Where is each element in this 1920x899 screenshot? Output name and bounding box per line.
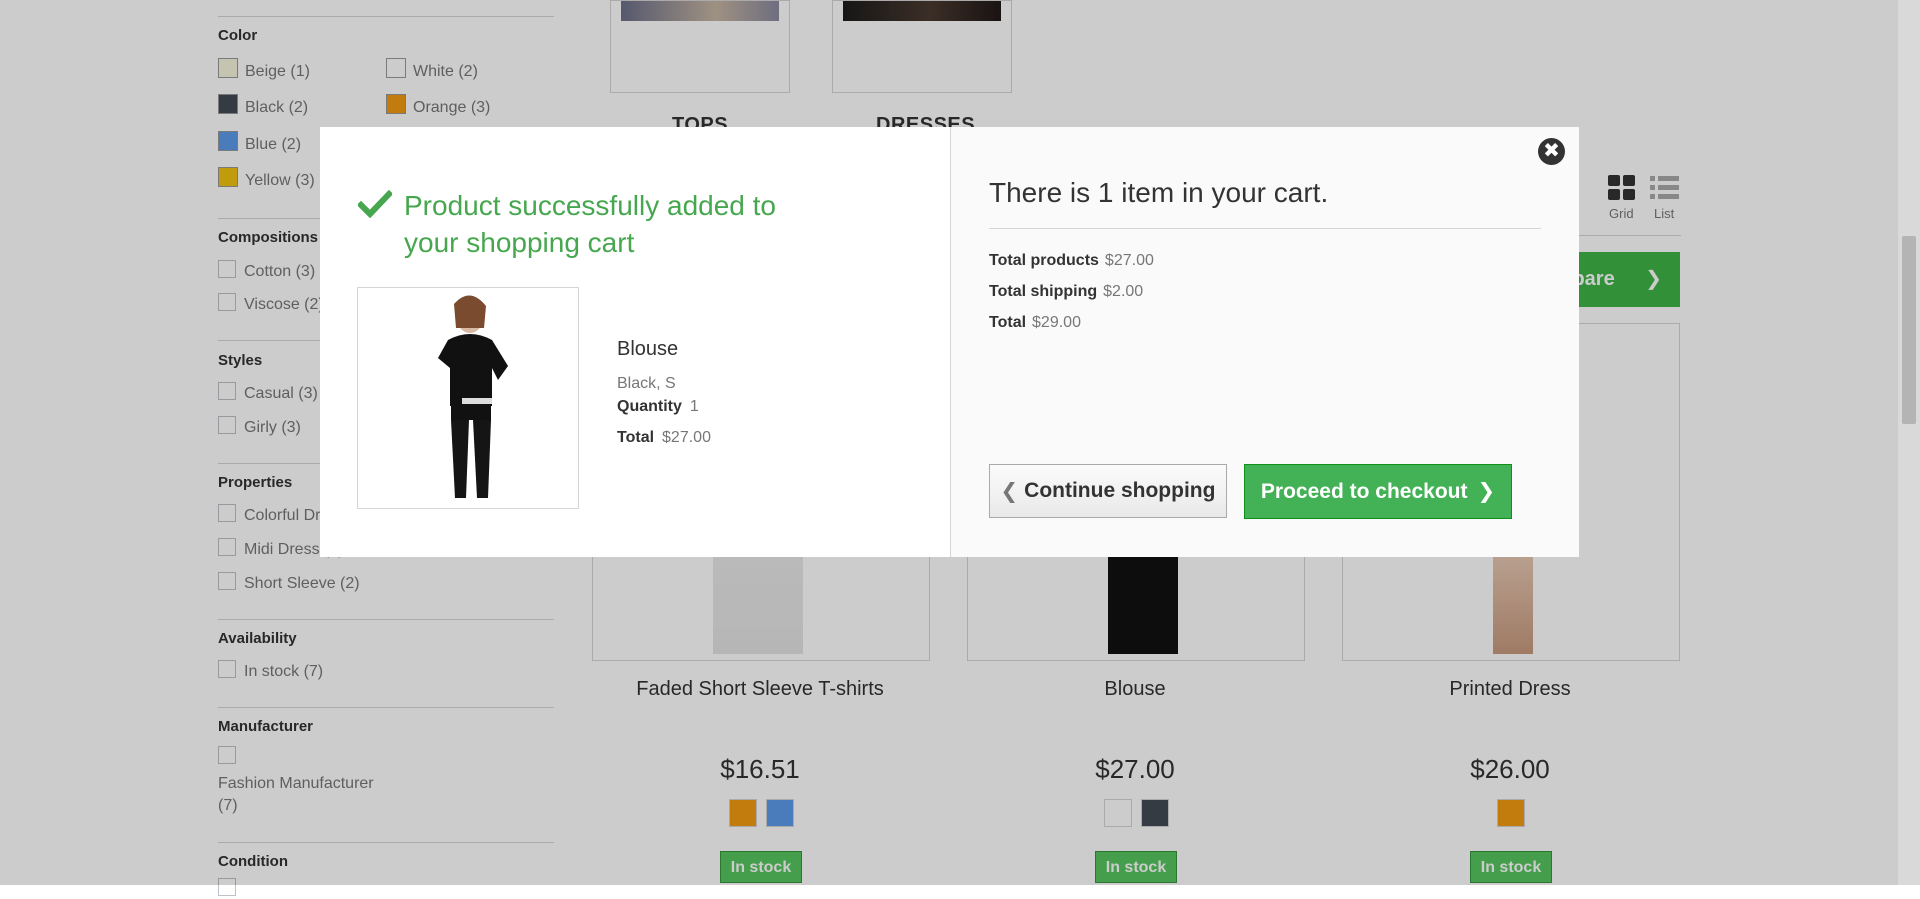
modal-total-row: Total $27.00 (617, 429, 711, 446)
modal-product-attributes: Black, S (617, 375, 676, 392)
modal-product-name: Blouse (617, 338, 679, 360)
cart-summary-title: There is 1 item in your cart. (989, 177, 1329, 208)
product-thumbnail (357, 287, 579, 509)
modal-quantity-row: Quantity 1 (617, 398, 699, 415)
scrollbar-track[interactable] (1898, 0, 1920, 885)
page: Color Beige (1) White (2) Black (2) Oran… (0, 0, 1920, 896)
chevron-left-icon: ❮ (1000, 479, 1019, 503)
success-message: Product successfully added to your shopp… (404, 190, 776, 258)
check-icon (358, 190, 392, 218)
add-to-cart-modal: Product successfully added to your shopp… (320, 127, 1579, 557)
close-icon[interactable]: ✖ (1538, 138, 1565, 165)
continue-shopping-button[interactable]: ❮ Continue shopping (989, 464, 1227, 518)
chevron-right-icon: ❯ (1477, 480, 1496, 503)
product-photo (438, 295, 508, 498)
total-shipping-row: Total shipping $2.00 (989, 283, 1144, 300)
modal-product-pane: Product successfully added to your shopp… (320, 127, 950, 557)
scrollbar-thumb[interactable] (1902, 236, 1916, 424)
modal-cart-pane: There is 1 item in your cart. Total prod… (950, 127, 1579, 557)
grand-total-row: Total $29.00 (989, 314, 1081, 331)
proceed-to-checkout-button[interactable]: Proceed to checkout ❯ (1244, 464, 1512, 519)
divider (989, 228, 1541, 229)
total-products-row: Total products $27.00 (989, 252, 1154, 269)
